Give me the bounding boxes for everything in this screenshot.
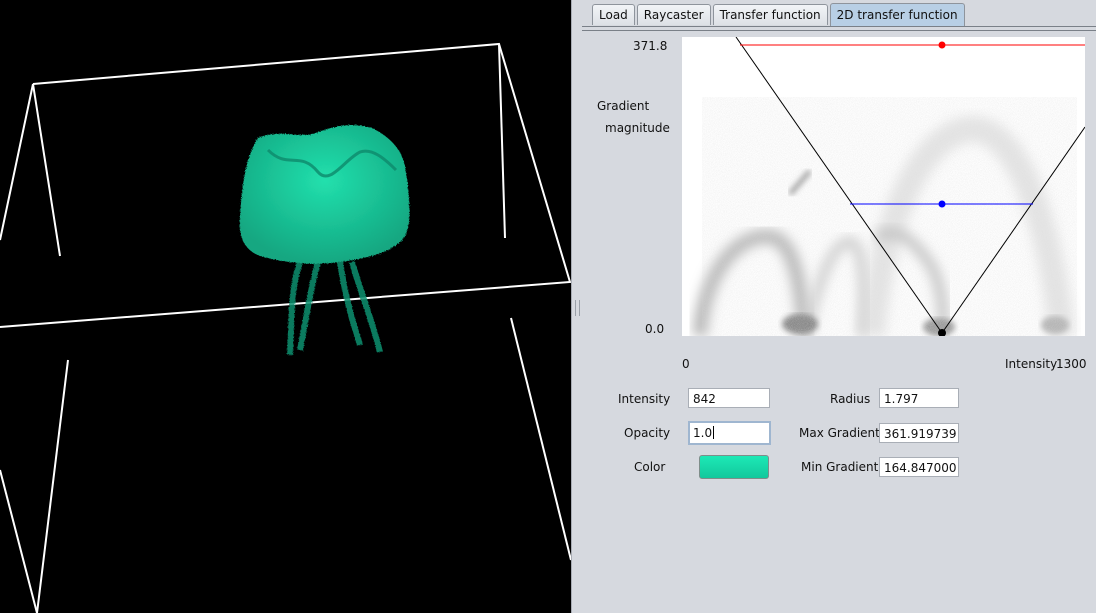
min-gradient-label: Min Gradient (801, 460, 879, 474)
render-viewport[interactable] (0, 0, 571, 613)
tooth-crown (239, 125, 410, 264)
y-axis-label-line2: magnitude (605, 121, 670, 135)
y-axis-label-line1: Gradient (597, 99, 650, 113)
text-caret (713, 426, 715, 439)
tab-transfer-function[interactable]: Transfer function (712, 4, 828, 25)
max-gradient-label: Max Gradient (799, 426, 880, 440)
tab-load[interactable]: Load (592, 4, 635, 25)
opacity-field[interactable]: 1.0 (688, 421, 771, 445)
splitter-grip-icon[interactable] (575, 300, 580, 316)
volume-render (0, 42, 571, 613)
opacity-label: Opacity (624, 426, 671, 440)
bounding-box (0, 42, 571, 613)
color-swatch-button[interactable] (699, 455, 769, 479)
opacity-value: 1.0 (693, 426, 713, 440)
transfer-function-canvas[interactable] (682, 37, 1085, 336)
radius-label: Radius (830, 392, 871, 406)
tab-2d-transfer-function[interactable]: 2D transfer function (829, 3, 965, 26)
y-max-label: 371.8 (633, 39, 668, 53)
radius-field[interactable]: 1.797 (879, 388, 959, 408)
intensity-field[interactable]: 842 (688, 388, 770, 408)
tab-raycaster[interactable]: Raycaster (636, 4, 711, 25)
min-gradient-handle (938, 200, 946, 208)
min-gradient-field[interactable]: 164.847000 (879, 457, 959, 477)
y-min-label: 0.0 (645, 322, 665, 336)
tab-content-border (582, 26, 1096, 31)
color-label: Color (634, 460, 666, 474)
control-panel: Load Raycaster Transfer function 2D tran… (582, 0, 1096, 613)
max-gradient-field[interactable]: 361.919739 (879, 423, 959, 443)
tooth-roots (287, 260, 383, 356)
max-gradient-handle (938, 41, 946, 49)
tab-bar: Load Raycaster Transfer function 2D tran… (592, 3, 967, 26)
x-axis-label: Intensity (1005, 357, 1058, 371)
x-min-label: 0 (682, 357, 690, 371)
x-max-label: 1300 (1056, 357, 1087, 371)
intensity-label: Intensity (618, 392, 671, 406)
gradient-histogram (693, 97, 1077, 336)
